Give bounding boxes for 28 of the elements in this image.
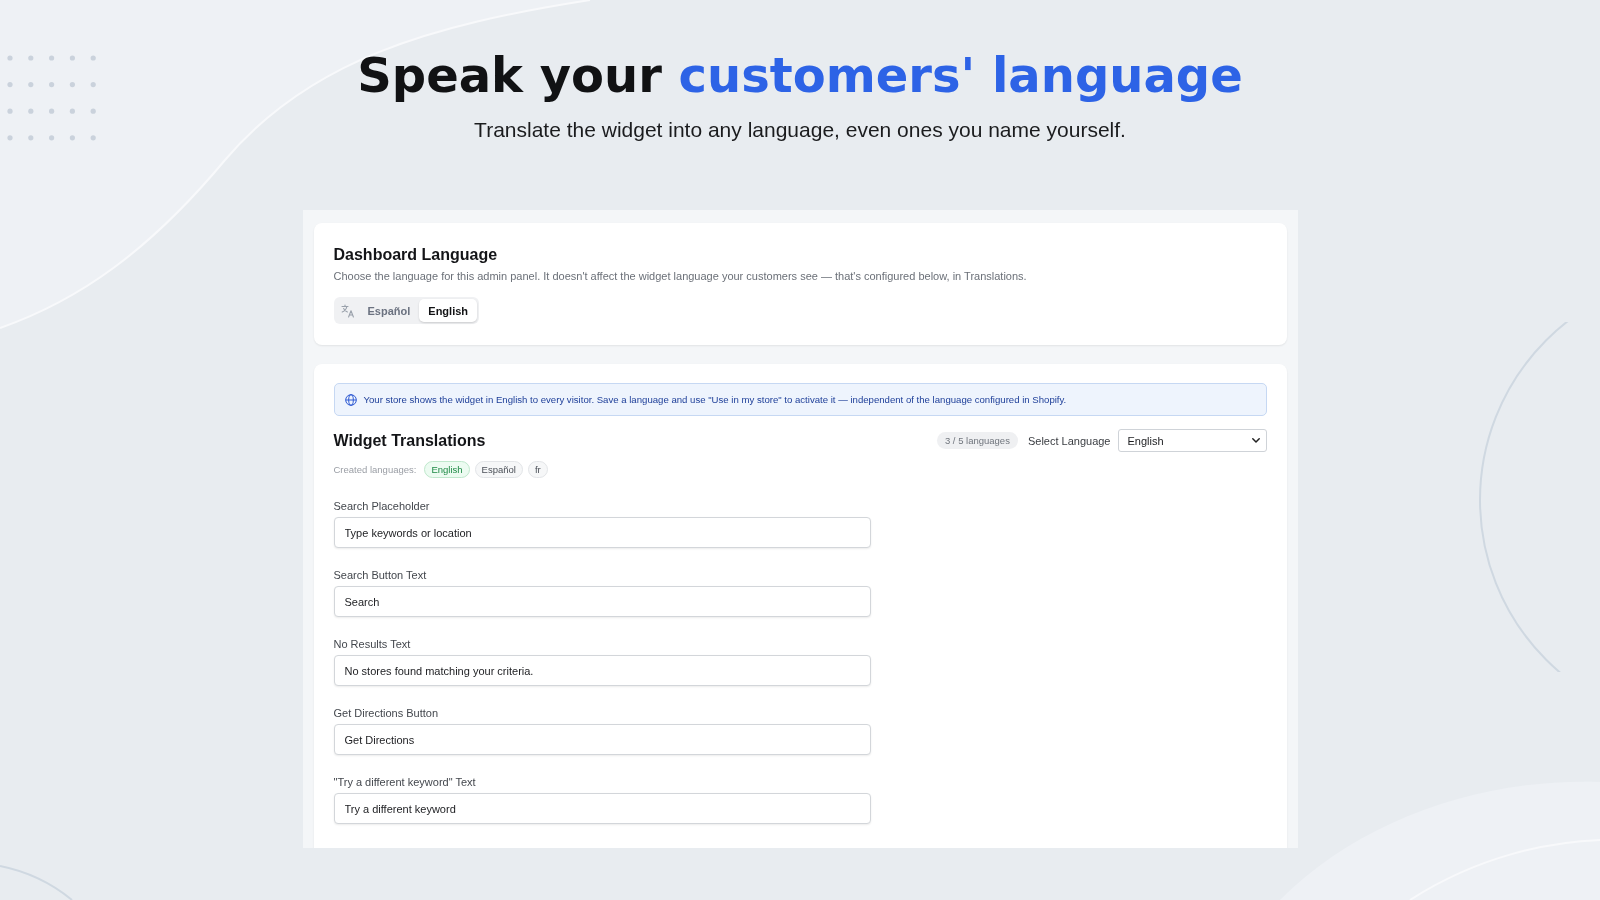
globe-icon xyxy=(344,393,357,406)
created-languages-label: Created languages: xyxy=(333,464,417,475)
text-input[interactable]: Get Directions xyxy=(333,724,871,755)
language-option[interactable]: English xyxy=(419,299,478,322)
language-tag: fr xyxy=(527,461,548,478)
select-label: Select Language xyxy=(1027,434,1111,447)
language-count-badge: 3 / 5 languages xyxy=(936,432,1018,449)
chevron-down-icon xyxy=(1251,438,1260,443)
field-label: No Results Text xyxy=(333,637,411,651)
section-title: Widget Translations xyxy=(333,430,486,451)
field-label: Search Placeholder xyxy=(333,499,430,513)
language-select[interactable]: English xyxy=(1117,429,1267,452)
field-label: Search Button Text xyxy=(333,568,427,582)
text-input[interactable]: Search xyxy=(333,586,871,617)
page-heading: Speak your customers' language xyxy=(357,46,1243,105)
page-subtitle: Translate the widget into any language, even ones you name yourself. xyxy=(474,118,1126,142)
card-description: Choose the language for this admin panel. It doesn't affect the widget language your customers see — that's configured below, in Translations. xyxy=(333,269,1028,284)
language-tag: Español xyxy=(474,461,523,478)
text-input[interactable]: Type keywords or location xyxy=(333,517,871,548)
info-banner-text: Your store shows the widget in English to every visitor. Save a language and use "Use in my store" to activate it — independent of the language configured in Shopify. xyxy=(363,392,1067,407)
field-label: Get Directions Button xyxy=(333,706,439,720)
text-input[interactable]: Try a different keyword xyxy=(333,793,871,824)
field-label: "Try a different keyword" Text xyxy=(333,775,476,789)
translate-icon xyxy=(340,303,355,318)
text-input[interactable]: No stores found matching your criteria. xyxy=(333,655,871,686)
language-option[interactable]: Español xyxy=(358,299,420,322)
card-title: Dashboard Language xyxy=(333,245,499,265)
language-tag: English xyxy=(424,461,470,478)
